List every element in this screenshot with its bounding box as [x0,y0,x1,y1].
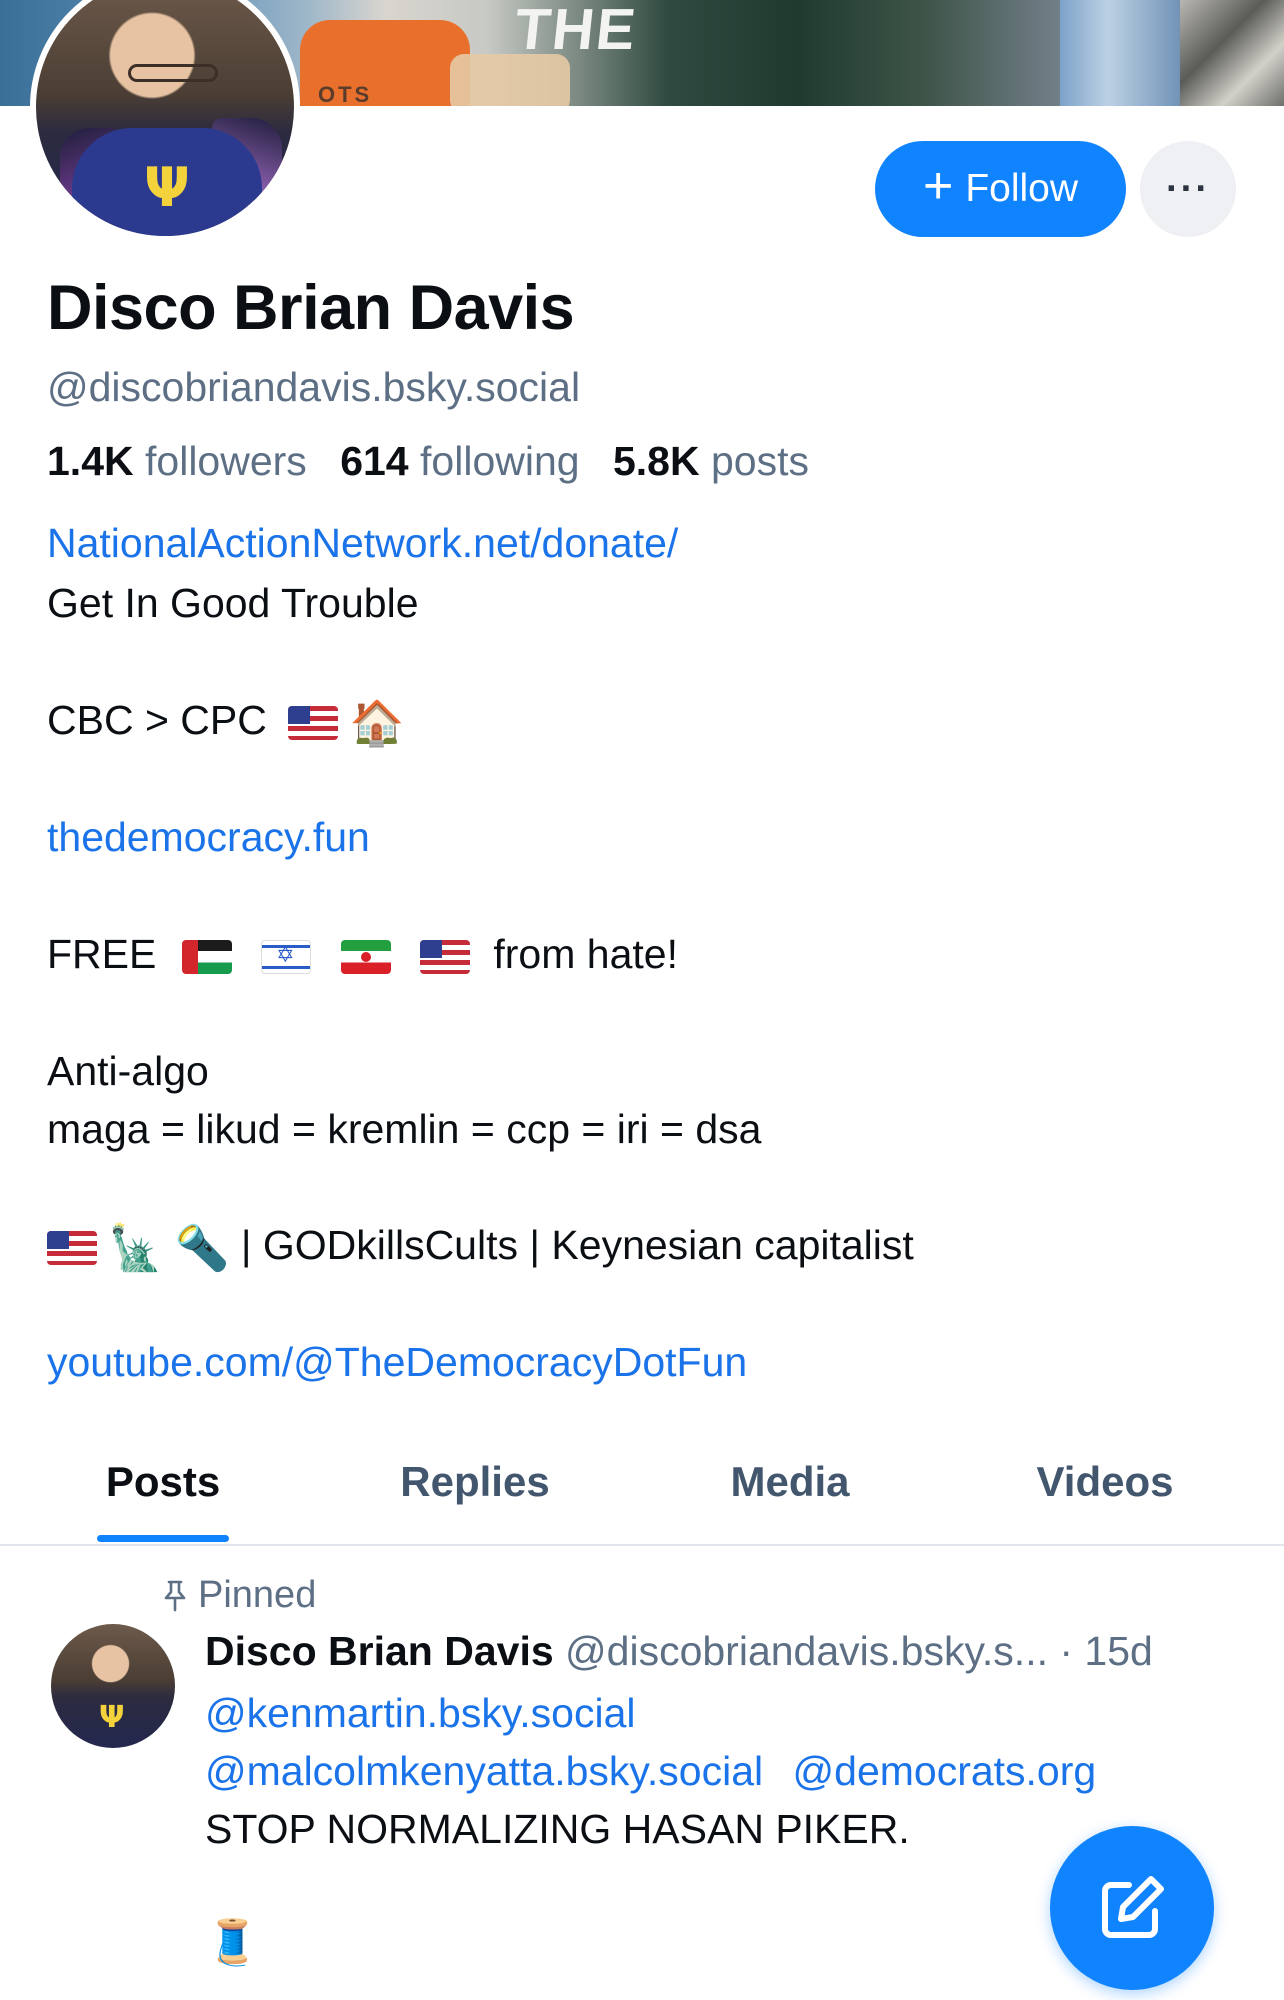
post-author-avatar[interactable]: Ψ [51,1624,175,1748]
post-mention-malcolmkenyatta[interactable]: @malcolmkenyatta.bsky.social [205,1748,763,1794]
statue-of-liberty-icon: 🗽 [108,1224,164,1274]
avatar-trident: Ψ [144,156,190,219]
tab-videos[interactable]: Videos [990,1440,1220,1544]
followers-label: followers [145,438,307,484]
followers-stat[interactable]: 1.4K followers [47,438,307,484]
follow-button[interactable]: + Follow [875,141,1126,237]
bio-link-democracy[interactable]: thedemocracy.fun [47,814,370,861]
us-flag-icon [419,940,470,975]
bio-line-cbc: CBC > CPC 🏠 [47,697,404,749]
bio-line-anti-algo: Anti-algo [47,1048,209,1094]
avatar-trident: Ψ [99,1700,125,1735]
post-author-name[interactable]: Disco Brian Davis [205,1628,554,1674]
active-tab-indicator [97,1535,229,1542]
posts-count: 5.8K [612,438,700,484]
posts-label: posts [711,438,809,484]
bio-line-free: FREE from hate! [47,931,678,978]
thread-spool-icon: 🧵 [205,1918,260,1967]
tab-label: Media [730,1458,850,1505]
iran-flag-icon [340,940,391,975]
bio-cbc-text: CBC > CPC [47,697,267,743]
tabs-divider [0,1544,1284,1546]
pinned-indicator: Pinned [162,1574,316,1617]
follow-label: Follow [965,167,1079,210]
banner-marble [1180,0,1284,106]
avatar-glasses [128,64,218,82]
tab-media[interactable]: Media [680,1440,900,1544]
profile-name: Disco Brian Davis [47,273,575,343]
profile-handle: @discobriandavis.bsky.social [47,364,581,410]
tab-label: Videos [1036,1458,1174,1505]
post-author-handle[interactable]: @discobriandavis.bsky.s... [565,1628,1048,1674]
post-timestamp[interactable]: · 15d [1059,1628,1152,1674]
post-text: STOP NORMALIZING HASAN PIKER. [205,1806,910,1852]
profile-stats: 1.4K followers 614 following 5.8K posts [47,438,809,485]
bio-link-youtube[interactable]: youtube.com/@TheDemocracyDotFun [47,1339,747,1386]
bio-line-godkillscults: 🗽 🔦 | GODkillsCults | Keynesian capitali… [47,1222,914,1274]
tab-replies[interactable]: Replies [360,1440,590,1544]
followers-count: 1.4K [47,438,134,484]
banner-cup-text: OTS [318,82,373,106]
post-header: Disco Brian Davis @discobriandavis.bsky.… [205,1628,1153,1675]
more-options-button[interactable]: ··· [1140,141,1236,237]
tab-label: Replies [400,1458,550,1505]
tab-label: Posts [105,1458,221,1505]
israel-flag-icon [261,940,312,975]
us-flag-icon [288,706,339,741]
banner-window [1060,0,1180,106]
following-stat[interactable]: 614 following [340,438,579,484]
tab-posts[interactable]: Posts [60,1440,266,1544]
post-mentions-row: @malcolmkenyatta.bsky.social @democrats.… [205,1748,1096,1795]
bio-from-hate-text: from hate! [493,931,678,977]
pin-icon [164,1580,186,1611]
bio-godkillscults-text: | GODkillsCults | Keynesian capitalist [240,1222,914,1268]
bio-free-text: FREE [47,931,157,977]
compose-button[interactable] [1050,1826,1214,1990]
house-icon: 🏠 [349,699,405,749]
plus-icon: + [922,157,954,215]
bio-line-maga: maga = likud = kremlin = ccp = iri = dsa [47,1106,762,1152]
bio-line-good-trouble: Get In Good Trouble [47,580,419,626]
profile-tabs: Posts Replies Media Videos [0,1440,1284,1544]
following-label: following [420,438,580,484]
compose-icon [1102,1876,1164,1938]
pinned-label: Pinned [198,1574,317,1616]
flashlight-icon: 🔦 [174,1224,230,1274]
post-mention-democrats[interactable]: @democrats.org [793,1748,1097,1794]
us-flag-icon [47,1231,97,1266]
profile-avatar[interactable]: Ψ [30,0,300,242]
bio-link-donate[interactable]: NationalActionNetwork.net/donate/ [47,520,678,567]
following-count: 614 [340,438,409,484]
post-mention-kenmartin[interactable]: @kenmartin.bsky.social [205,1690,636,1737]
palestine-flag-icon [181,940,232,975]
more-icon: ··· [1166,167,1210,210]
posts-stat: 5.8K posts [613,438,809,484]
banner-shirt-text: THE [511,0,641,62]
